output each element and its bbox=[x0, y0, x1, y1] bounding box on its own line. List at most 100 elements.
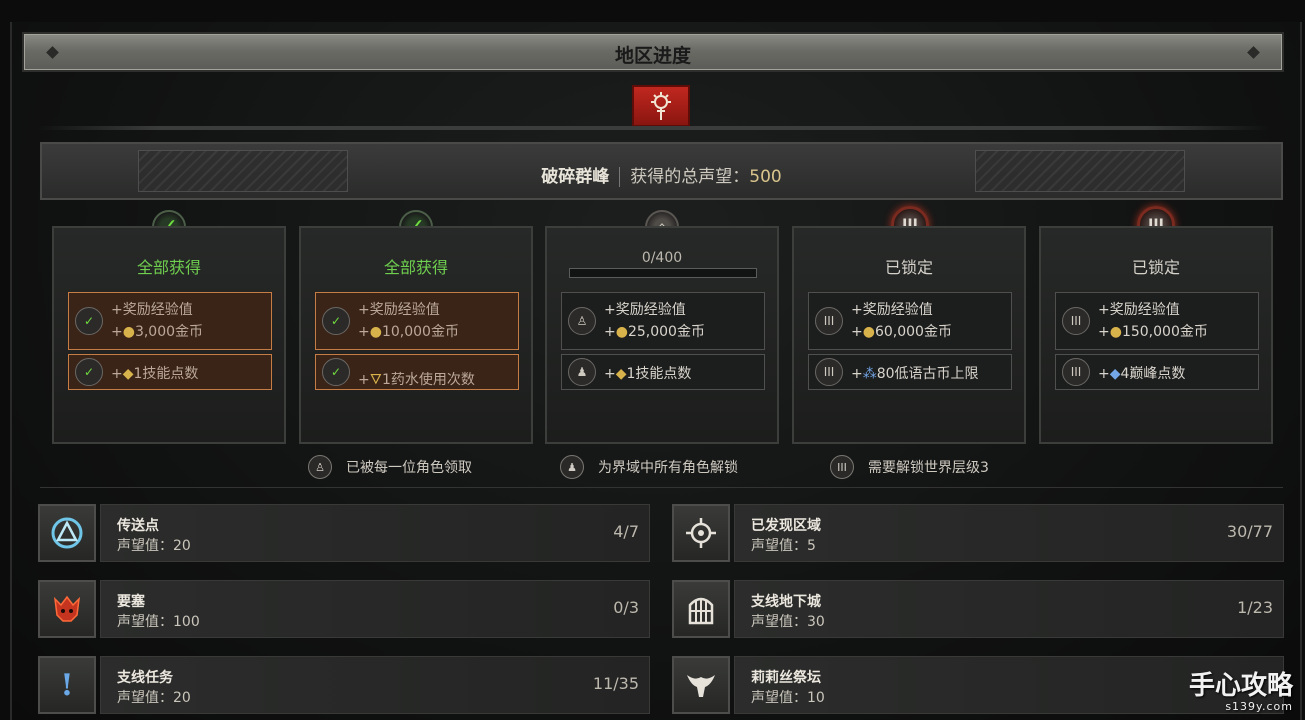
reward-xp-label: +奖励经验值 bbox=[111, 302, 193, 318]
gold-coin-icon: ● bbox=[369, 324, 382, 340]
reward-gold-label: 3,000金币 bbox=[134, 324, 204, 340]
world-tier-icon: III bbox=[830, 455, 854, 479]
stat-count: 11/35 bbox=[592, 674, 639, 693]
stat-count: 0/3 bbox=[613, 598, 639, 617]
reward-xp-gold: III +奖励经验值 +●150,000金币 bbox=[1055, 292, 1259, 350]
reward-gold-label: 10,000金币 bbox=[381, 324, 459, 340]
stat-side-quests[interactable]: ! 支线任务 声望值：20 11/35 bbox=[38, 656, 650, 714]
world-tier-icon: III bbox=[815, 307, 843, 335]
skill-point-icon: ◆ bbox=[615, 366, 627, 382]
divider bbox=[38, 126, 1268, 130]
stat-waypoints[interactable]: 传送点 声望值：20 4/7 bbox=[38, 504, 650, 562]
region-banner: 破碎群峰 获得的总声望：500 bbox=[40, 142, 1283, 200]
gold-coin-icon: ● bbox=[615, 324, 628, 340]
all-characters-icon: ♟ bbox=[560, 455, 584, 479]
reward-secondary: ♟ +◆1技能点数 bbox=[561, 354, 765, 390]
stat-strongholds[interactable]: 要塞 声望值：100 0/3 bbox=[38, 580, 650, 638]
stat-side-dungeons[interactable]: 支线地下城 声望值：30 1/23 bbox=[672, 580, 1284, 638]
reward-plus: + bbox=[851, 366, 863, 382]
reward-xp-gold: ♙ +奖励经验值 +●25,000金币 bbox=[561, 292, 765, 350]
single-character-icon: ♙ bbox=[568, 307, 596, 335]
area-discovered-icon bbox=[672, 504, 730, 562]
legend-text: 需要解锁世界层级3 bbox=[868, 460, 989, 476]
gold-coin-icon: ● bbox=[862, 324, 875, 340]
divider bbox=[40, 487, 1283, 488]
tier-status: 全部获得 bbox=[136, 258, 201, 277]
stat-name: 传送点 bbox=[117, 518, 159, 534]
single-character-check-icon: ✓ bbox=[322, 307, 350, 335]
stat-name: 已发现区域 bbox=[751, 518, 821, 534]
reward-plus: + bbox=[604, 366, 616, 382]
stat-areas-discovered[interactable]: 已发现区域 声望值：5 30/77 bbox=[672, 504, 1284, 562]
world-tier-icon: III bbox=[815, 358, 843, 386]
gate-glyph bbox=[688, 597, 714, 625]
stat-name: 支线任务 bbox=[117, 670, 173, 686]
stat-count: 1/23 bbox=[1237, 598, 1273, 617]
stat-renown: 声望值：100 bbox=[117, 614, 200, 630]
tier-status: 全部获得 bbox=[383, 258, 448, 277]
all-characters-check-icon: ✓ bbox=[75, 358, 103, 386]
compass-glyph bbox=[686, 518, 716, 548]
single-character-icon: ♙ bbox=[308, 455, 332, 479]
lilith-altar-icon bbox=[672, 656, 730, 714]
stat-count: 4/7 bbox=[613, 522, 639, 541]
all-characters-icon: ♟ bbox=[568, 358, 596, 386]
obol-icon: ⁂ bbox=[862, 366, 877, 382]
renown-tier-5[interactable]: 已锁定 III +奖励经验值 +●150,000金币 III +◆4巅峰点数 bbox=[1039, 226, 1273, 444]
title-bar: 地区进度 bbox=[22, 32, 1284, 72]
reward-secondary-label: 1药水使用次数 bbox=[381, 372, 475, 388]
gold-coin-icon: ● bbox=[1109, 324, 1122, 340]
dungeon-icon bbox=[672, 580, 730, 638]
tier-status: 已锁定 bbox=[1131, 258, 1180, 277]
window-title: 地区进度 bbox=[614, 45, 691, 67]
world-tier-icon: III bbox=[1062, 307, 1090, 335]
reward-plus: + bbox=[111, 366, 123, 382]
reward-secondary-label: 4巅峰点数 bbox=[1120, 366, 1186, 382]
legend-text: 已被每一位角色领取 bbox=[346, 460, 472, 476]
stat-renown: 声望值：5 bbox=[751, 538, 816, 554]
renown-tier-1[interactable]: 全部获得 ✓ +奖励经验值 +●3,000金币 ✓ +◆1技能点数 bbox=[52, 226, 286, 444]
stat-renown: 声望值：20 bbox=[117, 690, 191, 706]
reward-plus: + bbox=[1098, 366, 1110, 382]
legend-world-tier: III 需要解锁世界层级3 bbox=[830, 455, 989, 479]
all-characters-check-icon: ✓ bbox=[322, 358, 350, 386]
reward-secondary-label: 1技能点数 bbox=[626, 366, 692, 382]
region-emblem-icon bbox=[632, 85, 690, 127]
renown-tier-4[interactable]: 已锁定 III +奖励经验值 +●60,000金币 III +⁂80低语古币上限 bbox=[792, 226, 1026, 444]
stat-name: 莉莉丝祭坛 bbox=[751, 670, 821, 686]
tier-status: 已锁定 bbox=[884, 258, 933, 277]
stronghold-icon bbox=[38, 580, 96, 638]
reward-secondary: ✓ +◆1技能点数 bbox=[68, 354, 272, 390]
renown-value: 500 bbox=[749, 167, 782, 187]
reward-plus: + bbox=[358, 324, 370, 340]
renown-tier-3[interactable]: 0/400 ♙ +奖励经验值 +●25,000金币 ♟ +◆1技能点数 bbox=[545, 226, 779, 444]
reward-xp-label: +奖励经验值 bbox=[358, 302, 440, 318]
reward-gold-label: 150,000金币 bbox=[1121, 324, 1208, 340]
reward-xp-gold: ✓ +奖励经验值 +●3,000金币 bbox=[68, 292, 272, 350]
reward-secondary-label: 1技能点数 bbox=[133, 366, 199, 382]
altar-glyph bbox=[687, 675, 715, 697]
reward-xp-label: +奖励经验值 bbox=[604, 302, 686, 318]
skill-point-icon: ◆ bbox=[122, 366, 134, 382]
reward-secondary-label: 80低语古币上限 bbox=[876, 366, 979, 382]
site-watermark: 手心攻略 s139y.com bbox=[1189, 673, 1293, 712]
stat-name: 支线地下城 bbox=[751, 594, 821, 610]
paragon-point-icon: ◆ bbox=[1109, 366, 1121, 382]
stat-renown: 声望值：20 bbox=[117, 538, 191, 554]
reward-gold-label: 60,000金币 bbox=[874, 324, 952, 340]
banner-separator bbox=[619, 167, 621, 187]
renown-tier-2[interactable]: 全部获得 ✓ +奖励经验值 +●10,000金币 ✓ +🜄1药水使用次数 bbox=[299, 226, 533, 444]
reward-xp-label: +奖励经验值 bbox=[1098, 302, 1180, 318]
reward-secondary: ✓ +🜄1药水使用次数 bbox=[315, 354, 519, 390]
reward-secondary: III +◆4巅峰点数 bbox=[1055, 354, 1259, 390]
stat-renown: 声望值：10 bbox=[751, 690, 825, 706]
tier-progress-text: 0/400 bbox=[641, 250, 683, 266]
waypoint-icon bbox=[38, 504, 96, 562]
world-tier-icon: III bbox=[1062, 358, 1090, 386]
reward-plus: + bbox=[358, 372, 370, 388]
gold-coin-icon: ● bbox=[122, 324, 135, 340]
legend-text: 为界域中所有角色解锁 bbox=[598, 460, 738, 476]
sun-sword-icon bbox=[651, 92, 671, 120]
watermark-sub: s139y.com bbox=[1225, 700, 1293, 713]
side-quest-icon: ! bbox=[38, 656, 96, 714]
